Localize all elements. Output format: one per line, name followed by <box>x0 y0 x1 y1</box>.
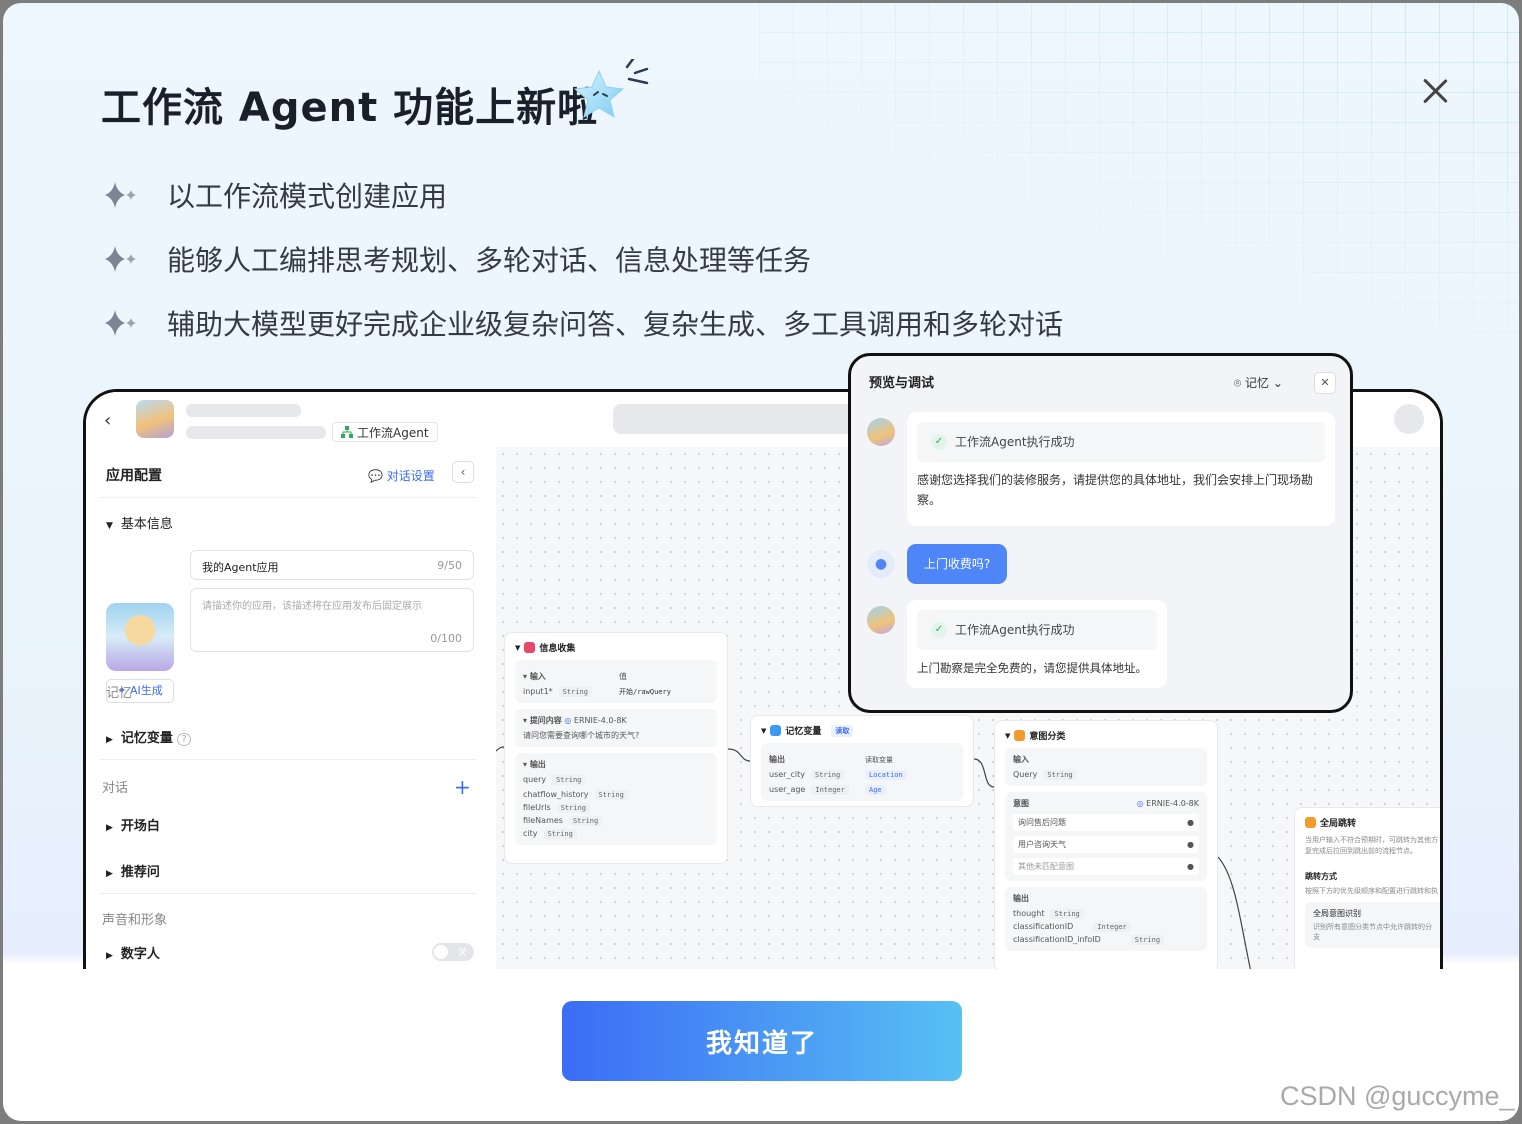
jump-node-icon <box>1305 817 1316 828</box>
digital-human-toggle[interactable]: ▶ 数字人 <box>106 943 160 962</box>
info-node-icon <box>524 642 536 653</box>
user-message: 上门收费吗? <box>907 544 1007 584</box>
section-dialog: 对话 <box>102 781 129 796</box>
skeleton-avatar <box>1394 404 1424 434</box>
watermark: CSDN @guccyme_ <box>1280 1081 1515 1111</box>
divider <box>100 497 476 498</box>
modal-title: 工作流 Agent 功能上新啦 <box>101 85 599 131</box>
memory-node-icon <box>770 725 782 736</box>
opening-toggle[interactable]: ▶ 开场白 <box>106 815 160 834</box>
sparkle-icon <box>105 310 136 336</box>
user-avatar-icon: ● <box>867 550 895 578</box>
switch-knob <box>434 945 448 959</box>
memory-var-toggle[interactable]: ▶ 记忆变量 ? <box>106 727 191 746</box>
debug-close-button[interactable]: ✕ <box>1314 372 1336 394</box>
got-it-button[interactable]: 我知道了 <box>562 1001 962 1081</box>
workflow-tag-label: 工作流Agent <box>357 425 429 440</box>
debug-panel-title: 预览与调试 <box>869 376 935 391</box>
chevron-down-icon: ⌄ <box>1272 376 1283 390</box>
skeleton-search <box>613 404 873 434</box>
recommend-toggle[interactable]: ▶ 推荐问 <box>106 861 160 880</box>
feature-item: 辅助大模型更好完成企业级复杂问答、复杂生成、多工具调用和多轮对话 <box>103 303 1063 343</box>
feature-item: 以工作流模式创建应用 <box>103 175 447 215</box>
add-memory-var-button[interactable]: + <box>454 775 471 799</box>
star-sparkle-icon <box>573 59 649 119</box>
caret-right-icon: ▶ <box>106 951 113 961</box>
feature-text: 辅助大模型更好完成企业级复杂问答、复杂生成、多工具调用和多轮对话 <box>167 308 1064 341</box>
collapse-panel-button[interactable]: ‹ <box>452 461 474 483</box>
bot-message: ✓ 工作流Agent执行成功 感谢您选择我们的装修服务，请提供您的具体地址，我们会… <box>907 412 1335 526</box>
info-collect-node[interactable]: ▼ 信息收集 ▾ 输入值 input1* String 开始/rawQuery ▾ 提… <box>504 632 728 864</box>
basic-info-toggle[interactable]: ▼ 基本信息 <box>106 513 173 532</box>
sparkle-icon <box>105 246 136 272</box>
divider <box>100 893 476 894</box>
app-avatar-large[interactable] <box>106 603 174 671</box>
check-icon: ✓ <box>931 434 947 450</box>
section-memory: 记忆 <box>106 686 133 701</box>
global-jump-node[interactable]: 全局跳转 当用户输入不符合预期时，可跳转为其他方复完成后拉回到跳出前的流程节点。… <box>1294 807 1440 969</box>
feature-item: 能够人工编排思考规划、多轮对话、信息处理等任务 <box>103 239 811 279</box>
caret-right-icon: ▶ <box>106 823 113 833</box>
caret-right-icon: ▶ <box>106 735 113 745</box>
app-config-panel: 应用配置 💬 对话设置 ‹ ▼ 基本信息 ✦ AI生成 我的Agent应用 9/5… <box>86 447 496 969</box>
divider <box>100 759 476 760</box>
close-button[interactable] <box>1417 73 1453 109</box>
dialog-settings-link[interactable]: 💬 对话设置 <box>368 467 435 484</box>
app-name-input[interactable]: 我的Agent应用 9/50 <box>190 550 474 580</box>
sparkle-icon <box>105 182 136 208</box>
memory-var-node[interactable]: ▼ 记忆变量 读取 输出 读取变量 user_city String Location u… <box>750 715 974 807</box>
workflow-icon <box>341 426 353 438</box>
skeleton-bar <box>186 426 326 439</box>
bot-message: ✓ 工作流Agent执行成功 上门勘察是完全免费的，请您提供具体地址。 <box>907 600 1167 688</box>
app-description-input[interactable]: 请描述你的应用，该描述将在应用发布后固定展示 0/100 <box>190 588 474 652</box>
memory-icon: ⌾ <box>1234 376 1242 390</box>
chevron-left-icon: ‹ <box>104 410 112 431</box>
app-avatar <box>136 400 174 438</box>
feature-text: 以工作流模式创建应用 <box>167 180 448 213</box>
success-status: ✓ 工作流Agent执行成功 <box>917 422 1325 462</box>
caret-down-icon: ▼ <box>106 521 113 531</box>
grid-decoration <box>759 3 1519 333</box>
skeleton-bar <box>186 404 301 417</box>
intent-classify-node[interactable]: ▼ 意图分类 输入 Query String 意图 ◎ ERNIE-4.0-8K 询问… <box>994 720 1218 969</box>
caret-right-icon: ▶ <box>106 869 113 879</box>
help-icon: ? <box>177 733 191 746</box>
bot-avatar <box>867 418 895 446</box>
workflow-tag: 工作流Agent <box>332 422 438 442</box>
intent-node-icon <box>1014 730 1026 741</box>
bot-avatar <box>867 606 895 634</box>
memory-dropdown[interactable]: ⌾ 记忆 ⌄ <box>1234 374 1283 391</box>
check-icon: ✓ <box>931 622 947 638</box>
section-voice: 声音和形象 <box>102 913 168 928</box>
digital-human-switch[interactable]: 关 <box>432 943 474 961</box>
preview-debug-panel: 预览与调试 ⌾ 记忆 ⌄ ✕ ✓ 工作流Agent执行成功 感谢您选择我们的装修服… <box>848 353 1353 713</box>
feature-announcement-modal: 工作流 Agent 功能上新啦 以工作流模式创建应用 能够人工编排思考规划、多轮… <box>3 3 1519 1121</box>
success-status: ✓ 工作流Agent执行成功 <box>917 610 1157 650</box>
config-header: 应用配置 <box>106 468 162 484</box>
feature-text: 能够人工编排思考规划、多轮对话、信息处理等任务 <box>167 244 812 277</box>
